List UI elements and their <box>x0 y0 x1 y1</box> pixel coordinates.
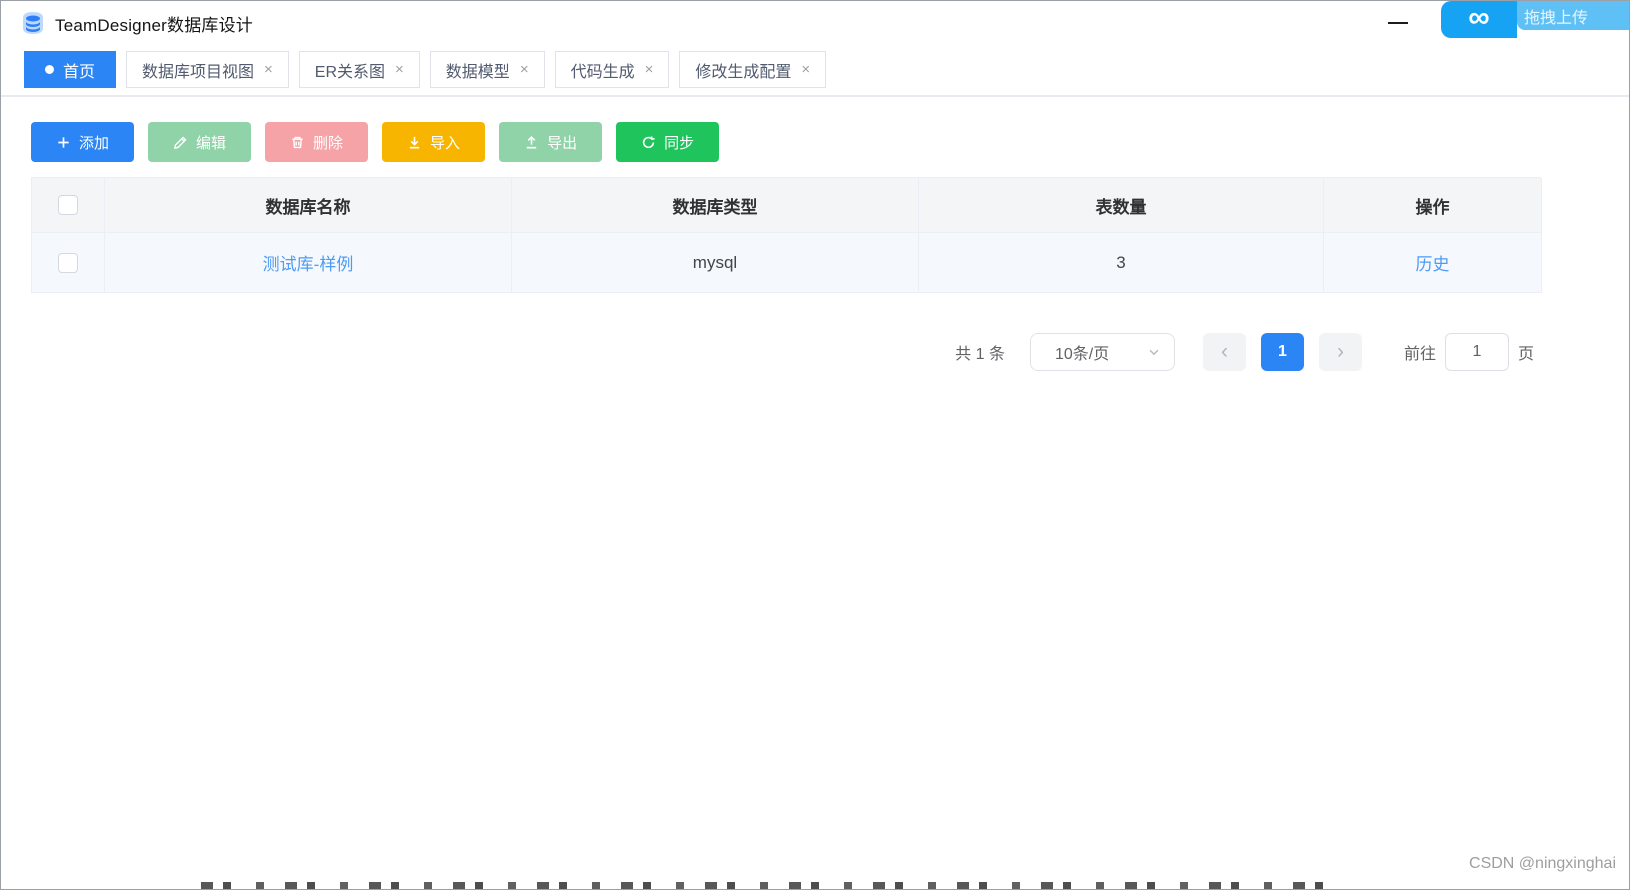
tab-label: 数据库项目视图 <box>142 63 255 81</box>
app-title: TeamDesigner数据库设计 <box>55 15 254 35</box>
prev-icon: ‹ <box>1220 340 1228 363</box>
header-actions: 操作 <box>1324 178 1542 233</box>
history-link[interactable]: 历史 <box>1416 250 1450 275</box>
tab-er-diagram[interactable]: ER关系图 × <box>298 51 420 88</box>
extension-button[interactable]: ∞ <box>1441 1 1517 38</box>
page-unit-label: 页 <box>1517 346 1534 363</box>
tab-bar: 首页 数据库项目视图 × ER关系图 × 数据模型 × 代码生成 × 修改生成配… <box>24 51 827 88</box>
infinity-icon: ∞ <box>1468 1 1490 34</box>
close-tab-icon[interactable]: × <box>801 62 810 77</box>
clipped-bottom-content <box>201 882 1326 889</box>
pencil-icon <box>173 135 187 149</box>
plus-icon <box>58 136 69 148</box>
export-button[interactable]: 导出 <box>499 122 603 162</box>
tab-data-model[interactable]: 数据模型 × <box>429 51 545 88</box>
database-type-value: mysql <box>512 233 919 293</box>
row-checkbox-cell <box>32 233 105 293</box>
pagination: 共 1 条 10条/页 ‹ 1 › 前往 页 <box>955 331 1534 373</box>
close-tab-icon[interactable]: × <box>645 62 654 77</box>
total-count-label: 共 1 条 <box>955 346 1005 363</box>
toolbar: 添加 编辑 删除 导入 导出 同步 <box>31 122 720 162</box>
edit-button[interactable]: 编辑 <box>148 122 252 162</box>
select-all-checkbox[interactable] <box>58 195 78 215</box>
drag-upload-panel[interactable]: 拖拽上传 <box>1517 1 1629 30</box>
minimize-icon <box>1388 22 1408 24</box>
database-app-icon <box>23 12 43 34</box>
row-checkbox[interactable] <box>58 252 78 273</box>
tab-database-project-view[interactable]: 数据库项目视图 × <box>126 51 289 88</box>
watermark: CSDN @ningxinghai <box>1469 855 1616 872</box>
database-table: 数据库名称 数据库类型 表数量 操作 测试库-样例 mysql 3 历史 <box>31 177 1542 293</box>
sync-button[interactable]: 同步 <box>616 122 720 162</box>
minimize-button[interactable] <box>1384 1 1412 45</box>
tab-code-generation[interactable]: 代码生成 × <box>554 51 670 88</box>
page-size-select[interactable]: 10条/页 <box>1029 333 1175 371</box>
header-checkbox-cell <box>32 178 105 233</box>
drag-upload-label: 拖拽上传 <box>1524 9 1589 27</box>
prev-page-button[interactable]: ‹ <box>1202 333 1246 371</box>
upload-icon <box>526 135 537 148</box>
close-tab-icon[interactable]: × <box>520 62 529 77</box>
import-button[interactable]: 导入 <box>382 122 486 162</box>
tab-label: 首页 <box>63 63 96 81</box>
upload-extension-overlay: ∞ 拖拽上传 <box>1441 1 1629 38</box>
add-button[interactable]: 添加 <box>31 122 135 162</box>
page-number-button[interactable]: 1 <box>1260 333 1304 371</box>
next-page-button[interactable]: › <box>1318 333 1362 371</box>
tab-home[interactable]: 首页 <box>24 51 117 88</box>
tab-modify-generation-config[interactable]: 修改生成配置 × <box>679 51 827 88</box>
header-table-count: 表数量 <box>919 178 1324 233</box>
tab-label: 代码生成 <box>570 63 635 81</box>
database-name-link[interactable]: 测试库-样例 <box>263 250 354 275</box>
table-header-row: 数据库名称 数据库类型 表数量 操作 <box>32 178 1542 233</box>
download-icon <box>409 136 420 148</box>
next-icon: › <box>1336 340 1344 363</box>
table-row: 测试库-样例 mysql 3 历史 <box>32 233 1542 293</box>
close-tab-icon[interactable]: × <box>264 62 273 77</box>
header-database-name: 数据库名称 <box>105 178 512 233</box>
delete-button[interactable]: 删除 <box>265 122 369 162</box>
tab-label: 修改生成配置 <box>695 63 792 81</box>
trash-icon <box>292 136 303 148</box>
table-count-value: 3 <box>919 233 1324 293</box>
active-tab-dot-icon <box>45 65 54 74</box>
page-size-value: 10条/页 <box>1054 346 1110 363</box>
refresh-icon <box>642 135 655 148</box>
chevron-down-icon <box>1149 349 1159 356</box>
tabbar-divider <box>1 95 1629 97</box>
goto-page-input[interactable] <box>1444 333 1509 371</box>
tab-label: ER关系图 <box>314 63 386 81</box>
close-tab-icon[interactable]: × <box>395 62 404 77</box>
goto-label: 前往 <box>1403 346 1436 363</box>
tab-label: 数据模型 <box>445 63 510 81</box>
header-database-type: 数据库类型 <box>512 178 919 233</box>
